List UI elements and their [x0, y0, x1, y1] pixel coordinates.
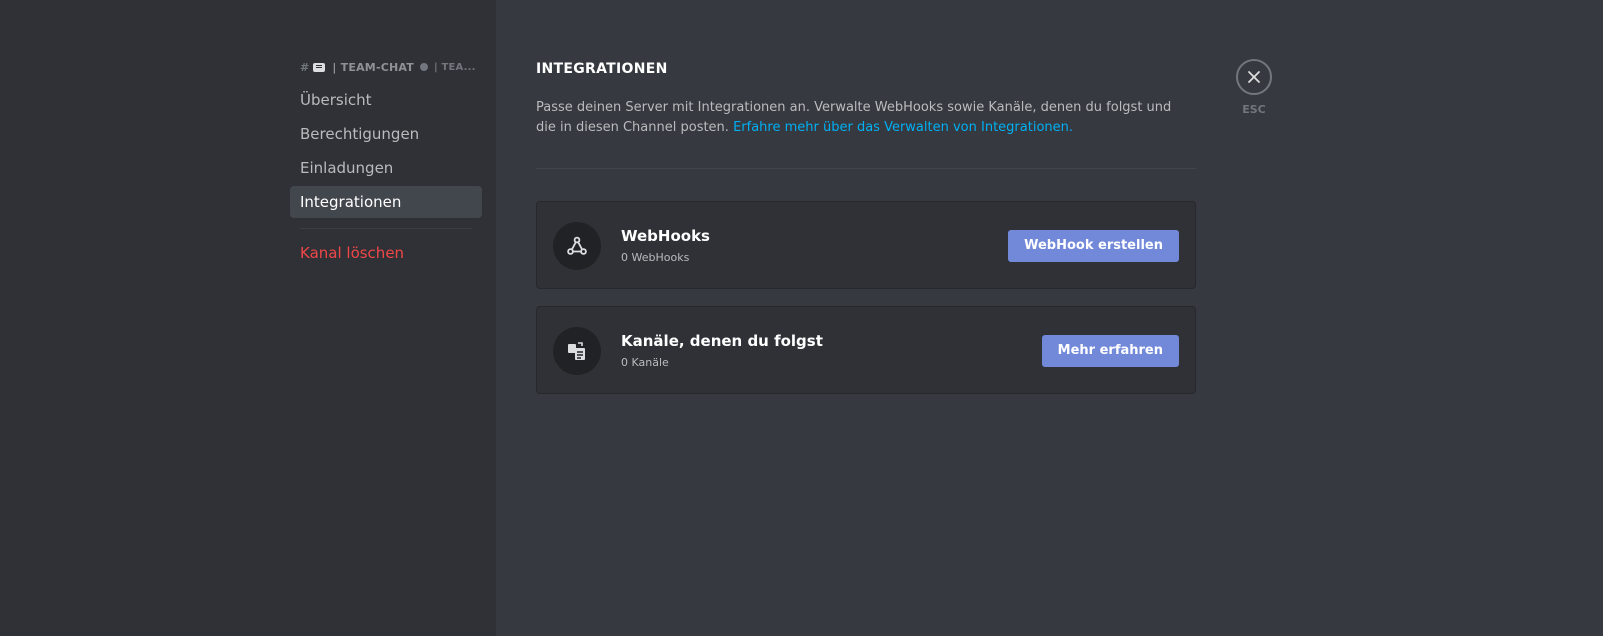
esc-label: ESC — [1242, 103, 1266, 116]
sidebar-item-overview[interactable]: Übersicht — [290, 84, 482, 116]
user-icon — [419, 63, 428, 71]
close-control: ESC — [1236, 59, 1272, 116]
settings-sidebar: # | TEAM-CHAT | TEA... Übersicht Berecht… — [0, 0, 496, 636]
close-button[interactable] — [1236, 59, 1272, 95]
sidebar-divider — [300, 228, 472, 229]
sidebar-item-permissions[interactable]: Berechtigungen — [290, 118, 482, 150]
learn-more-button[interactable]: Mehr erfahren — [1041, 335, 1179, 367]
channel-name: | TEAM-CHAT — [332, 60, 414, 74]
webhook-icon — [553, 222, 601, 270]
channel-name-truncated: | TEA... — [433, 61, 476, 73]
followed-channels-count: 0 Kanäle — [621, 356, 669, 369]
create-webhook-button[interactable]: WebHook erstellen — [1008, 230, 1179, 262]
close-icon — [1248, 71, 1260, 83]
followed-channels-card: Kanäle, denen du folgst 0 Kanäle Mehr er… — [536, 306, 1196, 394]
channel-header: # | TEAM-CHAT | TEA... — [290, 58, 482, 76]
learn-more-link[interactable]: Erfahre mehr über das Verwalten von Inte… — [733, 120, 1073, 135]
followed-channel-icon — [553, 327, 601, 375]
delete-channel-button[interactable]: Kanal löschen — [290, 237, 482, 269]
sidebar-item-invites[interactable]: Einladungen — [290, 152, 482, 184]
chat-bubble-icon — [313, 62, 326, 72]
webhooks-card: WebHooks 0 WebHooks WebHook erstellen — [536, 201, 1196, 289]
webhooks-count: 0 WebHooks — [621, 251, 690, 264]
page-description: Passe deinen Server mit Integrationen an… — [536, 98, 1186, 138]
webhooks-title: WebHooks — [621, 227, 710, 245]
sidebar-nav: # | TEAM-CHAT | TEA... Übersicht Berecht… — [290, 58, 482, 269]
hash-icon: # — [300, 60, 310, 74]
content-divider — [536, 168, 1196, 169]
page-title: INTEGRATIONEN — [536, 61, 668, 77]
sidebar-item-integrations[interactable]: Integrationen — [290, 186, 482, 218]
integrations-content: INTEGRATIONEN Passe deinen Server mit In… — [536, 58, 1196, 394]
followed-channels-title: Kanäle, denen du folgst — [621, 332, 823, 350]
